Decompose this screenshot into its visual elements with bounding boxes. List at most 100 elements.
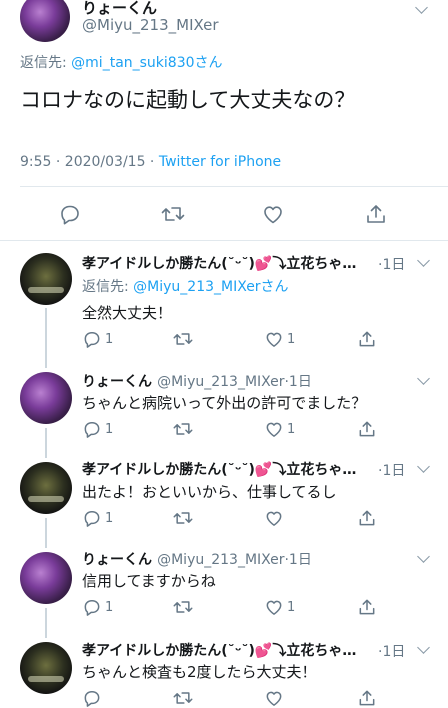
like-button[interactable] <box>264 688 284 708</box>
reply-icon <box>84 422 100 438</box>
share-icon <box>359 690 375 706</box>
retweet-button[interactable] <box>172 688 194 708</box>
chevron-down-icon[interactable] <box>417 641 430 654</box>
reply-age: ·1日 <box>378 644 406 660</box>
retweet-icon <box>161 207 185 221</box>
reply-count: 1 <box>105 331 114 347</box>
reply-age: ·1日 <box>378 257 406 273</box>
reply-text: ちゃんと検査も2度したら大丈夫！ <box>82 663 317 681</box>
chevron-down-icon[interactable] <box>417 550 430 563</box>
reply-author-name[interactable]: 孝アイドルしか勝たん(˘ᵕ˘)💕⤵︎立花ちゃ… <box>82 459 364 479</box>
reply-button[interactable]: 1 <box>82 508 113 528</box>
share-button[interactable] <box>357 508 377 528</box>
chevron-down-icon[interactable] <box>415 1 428 14</box>
like-count: 1 <box>287 331 296 347</box>
like-icon <box>266 691 282 706</box>
divider <box>20 186 448 187</box>
reply-avatar[interactable] <box>20 253 72 305</box>
reply-target-link[interactable]: @mi_tan_suki830さん <box>71 55 222 71</box>
like-button[interactable] <box>264 508 287 528</box>
reply-author-name[interactable]: 孝アイドルしか勝たん(˘ᵕ˘)💕⤵︎立花ちゃ… <box>82 640 364 660</box>
main-tweet-reply-to: 返信先: @mi_tan_suki830さん <box>20 52 223 72</box>
reply-prefix: 返信先: <box>20 55 72 71</box>
share-icon <box>359 510 375 526</box>
retweet-button[interactable] <box>172 329 194 349</box>
reply-author-name[interactable]: りょーくん <box>82 552 152 568</box>
main-tweet-timestamp: 9:55 · 2020/03/15 · <box>20 154 159 170</box>
reply-text: 信用してますからね <box>82 572 216 590</box>
main-tweet-avatar[interactable] <box>20 0 70 42</box>
reply-count: 1 <box>105 510 114 526</box>
reply-author-handle[interactable]: @Miyu_213_MIXer <box>157 552 284 568</box>
reply-avatar[interactable] <box>20 642 72 694</box>
share-button[interactable] <box>357 597 377 617</box>
reply-button[interactable]: 1 <box>82 597 113 617</box>
reply-button[interactable] <box>82 688 102 708</box>
reply-age: ·1日 <box>284 374 312 390</box>
reply-author-handle[interactable]: @Miyu_213_MIXer <box>157 374 284 390</box>
thread-line <box>45 608 47 638</box>
divider <box>0 240 448 241</box>
reply-avatar[interactable] <box>20 552 72 604</box>
chevron-down-icon[interactable] <box>417 254 430 267</box>
share-icon <box>367 205 385 223</box>
reply-author-name[interactable]: 孝アイドルしか勝たん(˘ᵕ˘)💕⤵︎立花ちゃ… <box>82 253 364 273</box>
like-button[interactable]: 1 <box>264 329 295 349</box>
retweet-icon <box>173 333 193 345</box>
retweet-icon <box>173 512 193 524</box>
reply-icon <box>84 332 100 348</box>
retweet-button[interactable] <box>172 508 194 528</box>
main-tweet-author-handle[interactable]: @Miyu_213_MIXer <box>82 16 219 34</box>
reply-author: りょーくん @Miyu_213_MIXer·1日 <box>82 371 312 391</box>
share-button[interactable] <box>357 419 377 439</box>
like-icon <box>266 511 282 526</box>
like-count: 1 <box>287 421 296 437</box>
reply-icon <box>84 600 100 616</box>
reply-author-name[interactable]: りょーくん <box>82 374 152 390</box>
thread-line <box>45 428 47 458</box>
reply-count: 1 <box>105 599 114 615</box>
main-retweet-button[interactable] <box>160 202 186 226</box>
share-button[interactable] <box>357 688 377 708</box>
reply-age: ·1日 <box>378 463 406 479</box>
main-tweet-text: コロナなのに起動して大丈夫なの？ <box>20 88 356 112</box>
reply-target-link[interactable]: @Miyu_213_MIXerさん <box>133 279 288 295</box>
like-button[interactable]: 1 <box>264 419 295 439</box>
reply-text: ちゃんと病院いって外出の許可でました？ <box>82 394 367 412</box>
like-icon <box>266 422 282 437</box>
main-like-button[interactable] <box>261 202 285 226</box>
main-share-button[interactable] <box>364 202 388 226</box>
share-button[interactable] <box>357 329 377 349</box>
like-button[interactable]: 1 <box>264 597 295 617</box>
reply-count: 1 <box>105 421 114 437</box>
thread-line <box>45 518 47 548</box>
reply-icon <box>61 205 79 225</box>
main-reply-button[interactable] <box>58 202 82 226</box>
like-icon <box>264 206 282 224</box>
reply-button[interactable]: 1 <box>82 419 113 439</box>
retweet-button[interactable] <box>172 597 194 617</box>
retweet-icon <box>173 423 193 435</box>
retweet-button[interactable] <box>172 419 194 439</box>
reply-author: りょーくん @Miyu_213_MIXer·1日 <box>82 549 312 569</box>
retweet-icon <box>173 692 193 704</box>
reply-icon <box>84 691 100 707</box>
reply-text: 全然大丈夫！ <box>82 304 173 322</box>
reply-avatar[interactable] <box>20 372 72 424</box>
reply-age: ·1日 <box>284 552 312 568</box>
reply-to: 返信先: @Miyu_213_MIXerさん <box>82 276 289 296</box>
chevron-down-icon[interactable] <box>417 372 430 385</box>
reply-button[interactable]: 1 <box>82 329 113 349</box>
main-tweet-source-link[interactable]: Twitter for iPhone <box>159 154 281 170</box>
main-tweet-meta: 9:55 · 2020/03/15 · Twitter for iPhone <box>20 154 281 170</box>
share-icon <box>359 421 375 437</box>
share-icon <box>359 599 375 615</box>
reply-icon <box>84 511 100 527</box>
reply-prefix: 返信先: <box>82 279 134 295</box>
share-icon <box>359 331 375 347</box>
like-icon <box>266 332 282 347</box>
like-icon <box>266 600 282 615</box>
like-count: 1 <box>287 599 296 615</box>
reply-avatar[interactable] <box>20 462 72 514</box>
chevron-down-icon[interactable] <box>417 460 430 473</box>
